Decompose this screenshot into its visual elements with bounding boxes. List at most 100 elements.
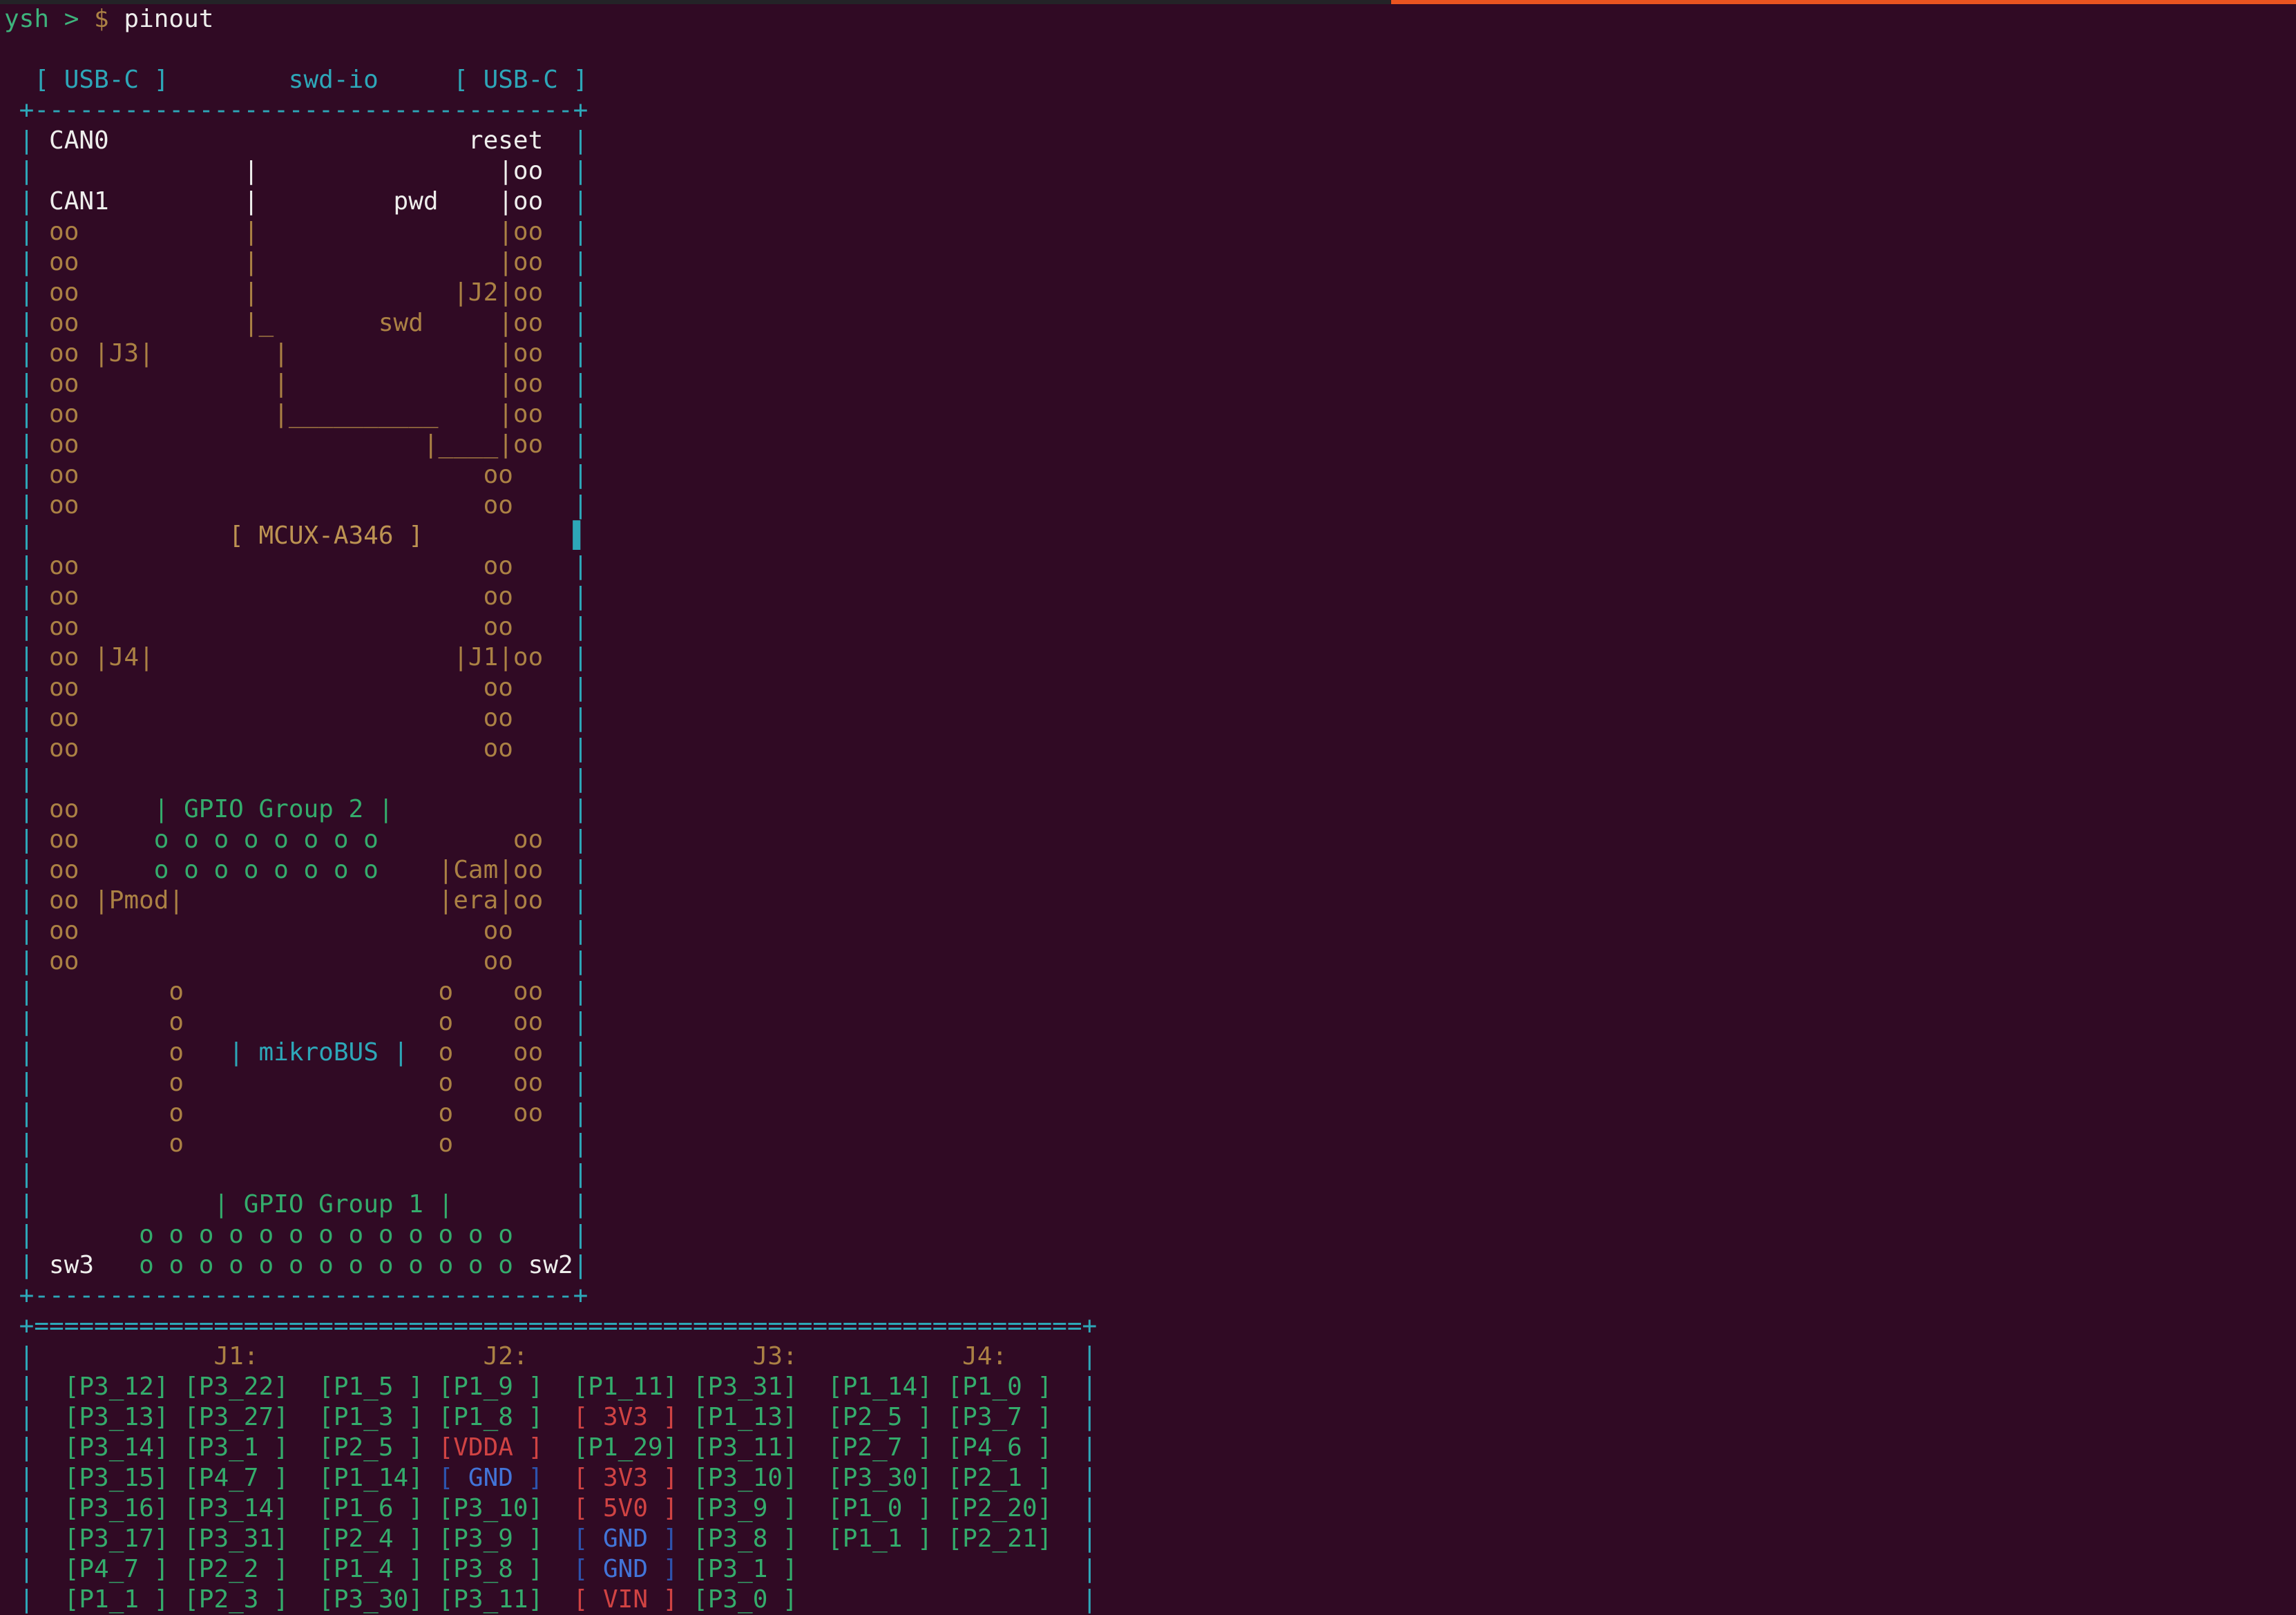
terminal-line: | [P4_7 ] [P2_2 ] [P1_4 ] [P3_8 ] [ GND … (4, 1554, 2296, 1585)
terminal-text-segment (513, 1251, 528, 1279)
terminal-line: | [P3_12] [P3_22] [P1_5 ] [P1_9 ] [P1_11… (4, 1372, 2296, 1402)
terminal-text-segment: | (4, 1190, 34, 1219)
terminal-text-segment: [P1_13] [P2_5 ] [P3_7 ] (678, 1403, 1082, 1431)
terminal-text-segment: | (4, 765, 34, 793)
terminal-text-segment: CAN0 reset (34, 126, 573, 155)
terminal-text-segment: oo |Pmod| |era|oo (34, 886, 573, 915)
terminal-text-segment: oo |J4| |J1|oo (34, 643, 573, 671)
terminal-text-segment: | (4, 1494, 34, 1522)
terminal-text-segment: [P3_15] [P4_7 ] [P1_14] (34, 1464, 438, 1492)
terminal-text-segment (34, 1160, 573, 1188)
terminal-text-segment: | (1082, 1464, 1098, 1492)
terminal-text-segment: [P3_9 ] [P1_0 ] [P2_20] (678, 1494, 1082, 1522)
terminal-line (4, 35, 2296, 65)
terminal-text-segment (34, 765, 573, 793)
terminal-text-segment: | (4, 886, 34, 915)
terminal-line: | oo oo | (4, 916, 2296, 946)
terminal-text-segment: | (4, 734, 34, 763)
terminal-cursor: ▌ (573, 522, 589, 550)
terminal-text-segment: oo | |oo (34, 248, 573, 276)
terminal-line: | o | mikroBUS | o oo | (4, 1038, 2296, 1068)
terminal-text-segment: +=======================================… (4, 1312, 1097, 1340)
terminal-text-segment: | (573, 339, 589, 367)
terminal-line: | oo oo | (4, 460, 2296, 490)
terminal-line: | oo o o o o o o o o |Cam|oo | (4, 855, 2296, 886)
terminal-text-segment: | (4, 187, 34, 216)
terminal-text-segment: | GPIO Group 2 | (154, 795, 394, 823)
terminal-text-segment: | (573, 1099, 589, 1127)
terminal-line: | | |oo | (4, 156, 2296, 187)
terminal-text-segment: sw2 (528, 1251, 573, 1279)
terminal-text-segment: | (573, 582, 589, 611)
terminal-line: | o o o o o o o o o o o o o | (4, 1220, 2296, 1250)
terminal-line: | oo |Pmod| |era|oo | (4, 886, 2296, 916)
terminal-text-segment: GND (603, 1555, 648, 1583)
terminal-text-segment: ] (648, 1555, 678, 1583)
terminal-text-segment: | (4, 157, 34, 185)
terminal-text-segment: | (4, 552, 34, 580)
terminal-text-segment: | (573, 491, 589, 519)
terminal-text-segment: o o oo (34, 1099, 573, 1127)
terminal-text-segment: sw3 (34, 1251, 94, 1279)
terminal-text-segment: oo (34, 856, 153, 884)
terminal-text-segment: | (4, 856, 34, 884)
terminal-line: | oo |____|oo | (4, 430, 2296, 460)
terminal-text-segment: oo oo (34, 582, 573, 611)
terminal-text-segment: | (1082, 1525, 1098, 1553)
terminal-text-segment: | (4, 248, 34, 276)
terminal-text-segment: +------------------------------------+ (4, 1281, 588, 1310)
terminal-text-segment: [ (573, 1525, 603, 1553)
terminal-text-segment: | (4, 1555, 34, 1583)
terminal-text-segment: o o o o o o o o o o o o o (139, 1221, 513, 1249)
terminal-text-segment: [P3_0 ] (678, 1585, 1082, 1614)
terminal-text-segment: | (1082, 1555, 1098, 1583)
terminal-text-segment: oo oo (34, 734, 573, 763)
terminal-text-segment: | (4, 126, 34, 155)
terminal-text-segment: | (4, 1038, 34, 1067)
terminal-text-segment (34, 1221, 139, 1249)
terminal-text-segment: [P3_13] [P3_27] [P1_3 ] [P1_8 ] (34, 1403, 573, 1431)
terminal-text-segment: | |oo (34, 157, 573, 185)
terminal-line: | CAN0 reset | (4, 126, 2296, 156)
terminal-text-segment: oo | |oo (34, 218, 573, 246)
terminal-text-segment: $ (94, 5, 124, 33)
terminal-text-segment: | (573, 218, 589, 246)
terminal-text-segment: CAN1 | pwd |oo (34, 187, 573, 216)
terminal-text-segment: | (573, 1038, 589, 1067)
terminal-line: | [P3_13] [P3_27] [P1_3 ] [P1_8 ] [ 3V3 … (4, 1402, 2296, 1433)
terminal-text-segment: | (573, 734, 589, 763)
terminal-text-segment: | (573, 1129, 589, 1158)
terminal-text-segment: pinout (124, 5, 213, 33)
terminal-line: | oo oo | (4, 551, 2296, 582)
terminal-line: | oo oo | (4, 946, 2296, 977)
terminal-text-segment: | (573, 886, 589, 915)
terminal-line: | | (4, 764, 2296, 794)
terminal-text-segment: o o o o o o o o (154, 856, 379, 884)
terminal-text-segment: | (4, 1525, 34, 1553)
terminal-text-segment: o o oo (34, 977, 573, 1006)
terminal-text-segment: | (4, 1403, 34, 1431)
terminal-text-segment: o o oo (34, 1008, 573, 1036)
terminal-text-segment: GND (603, 1525, 648, 1553)
terminal-line: | sw3 o o o o o o o o o o o o o sw2| (4, 1250, 2296, 1281)
terminal-text-segment (394, 795, 573, 823)
terminal-text-segment: | (1082, 1585, 1098, 1614)
terminal-text-segment: ysh > (4, 5, 94, 33)
terminal-text-segment: | mikroBUS | (229, 1038, 408, 1067)
terminal-line: | [P3_15] [P4_7 ] [P1_14] [ GND ] [ 3V3 … (4, 1463, 2296, 1493)
terminal-text-segment: | (573, 370, 589, 398)
terminal-text-segment: oo oo (34, 704, 573, 732)
terminal-line: | oo |J3| | |oo | (4, 338, 2296, 369)
terminal-line: ysh > $ pinout (4, 4, 2296, 35)
terminal-text-segment: oo oo (34, 613, 573, 641)
terminal-text-segment: | (4, 370, 34, 398)
terminal-text-segment: [ (573, 1555, 603, 1583)
terminal-text-segment: | (4, 1008, 34, 1036)
terminal-line: | CAN1 | pwd |oo | (4, 187, 2296, 217)
terminal-text-segment: | (4, 278, 34, 307)
terminal-text-segment: | (4, 613, 34, 641)
terminal-text-segment: [VDDA ] (439, 1433, 544, 1462)
terminal-line: | | GPIO Group 1 | | (4, 1189, 2296, 1220)
terminal-text-segment: oo oo (34, 917, 573, 945)
terminal-text-segment: oo | |oo (34, 370, 573, 398)
